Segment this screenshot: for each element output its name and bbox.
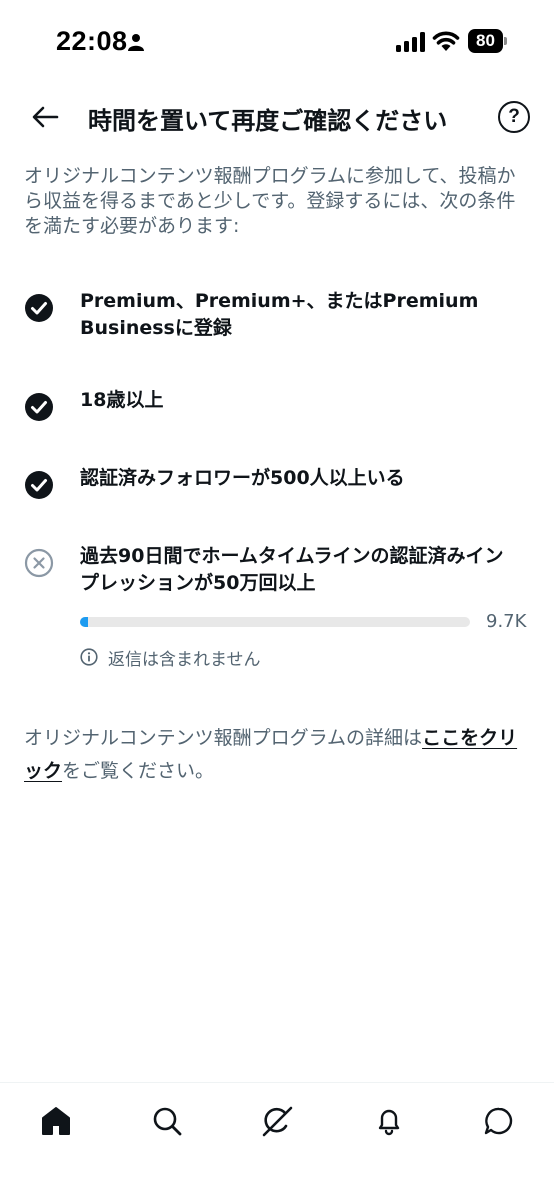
progress-fill	[80, 617, 88, 627]
requirement-text: 18歳以上	[80, 389, 164, 411]
bottom-nav	[0, 1082, 554, 1200]
note-text: 返信は含まれません	[108, 650, 261, 670]
page-title: 時間を置いて再度ご確認ください	[88, 107, 448, 135]
page: 22:08 80 時間を置いて再度ご確認ください ? オリジナルコンテンツ報酬プ…	[0, 0, 554, 1200]
intro-text: オリジナルコンテンツ報酬プログラムに参加して、投稿から収益を得るまであと少しです…	[24, 165, 516, 237]
details-after: をご覧ください。	[62, 760, 215, 782]
arrow-left-icon	[32, 106, 59, 128]
requirement-text: 過去90日間でホームタイムラインの認証済みインプレッションが50万回以上	[80, 545, 504, 594]
person-icon	[128, 34, 144, 51]
battery-level: 80	[476, 31, 495, 50]
battery-indicator: 80	[468, 29, 507, 53]
signal-icon	[396, 32, 425, 52]
messages-icon	[484, 1107, 513, 1135]
info-icon	[80, 648, 98, 666]
nav-notifications[interactable]	[369, 1101, 409, 1141]
check-circle-icon	[25, 471, 53, 499]
search-icon	[153, 1107, 182, 1136]
help-button[interactable]: ?	[498, 101, 530, 133]
notifications-icon	[378, 1109, 400, 1136]
progress-value: 9.7K	[486, 611, 527, 632]
status-time: 22:08	[56, 26, 128, 56]
x-circle-icon	[24, 548, 54, 578]
wifi-icon	[432, 31, 460, 51]
details-before: オリジナルコンテンツ報酬プログラムの詳細は	[24, 727, 423, 749]
details-text: オリジナルコンテンツ報酬プログラムの詳細はここをクリックをご覧ください。	[24, 722, 528, 788]
status-bar: 22:08 80	[0, 0, 554, 84]
nav-messages[interactable]	[479, 1101, 519, 1141]
header: 時間を置いて再度ご確認ください ?	[0, 92, 554, 144]
nav-grok[interactable]	[257, 1101, 297, 1141]
battery-cap	[504, 37, 507, 45]
requirement-text: Premium、Premium+、またはPremium Businessに登録	[80, 290, 479, 339]
requirement-text: 認証済みフォロワーが500人以上いる	[80, 467, 405, 489]
progress-bar	[80, 617, 470, 627]
question-icon: ?	[508, 106, 520, 127]
nav-search[interactable]	[147, 1101, 187, 1141]
nav-home[interactable]	[36, 1101, 76, 1141]
home-icon	[42, 1107, 70, 1135]
check-circle-icon	[25, 393, 53, 421]
check-circle-icon	[25, 294, 53, 322]
grok-icon	[262, 1106, 293, 1137]
back-button[interactable]	[28, 100, 62, 134]
